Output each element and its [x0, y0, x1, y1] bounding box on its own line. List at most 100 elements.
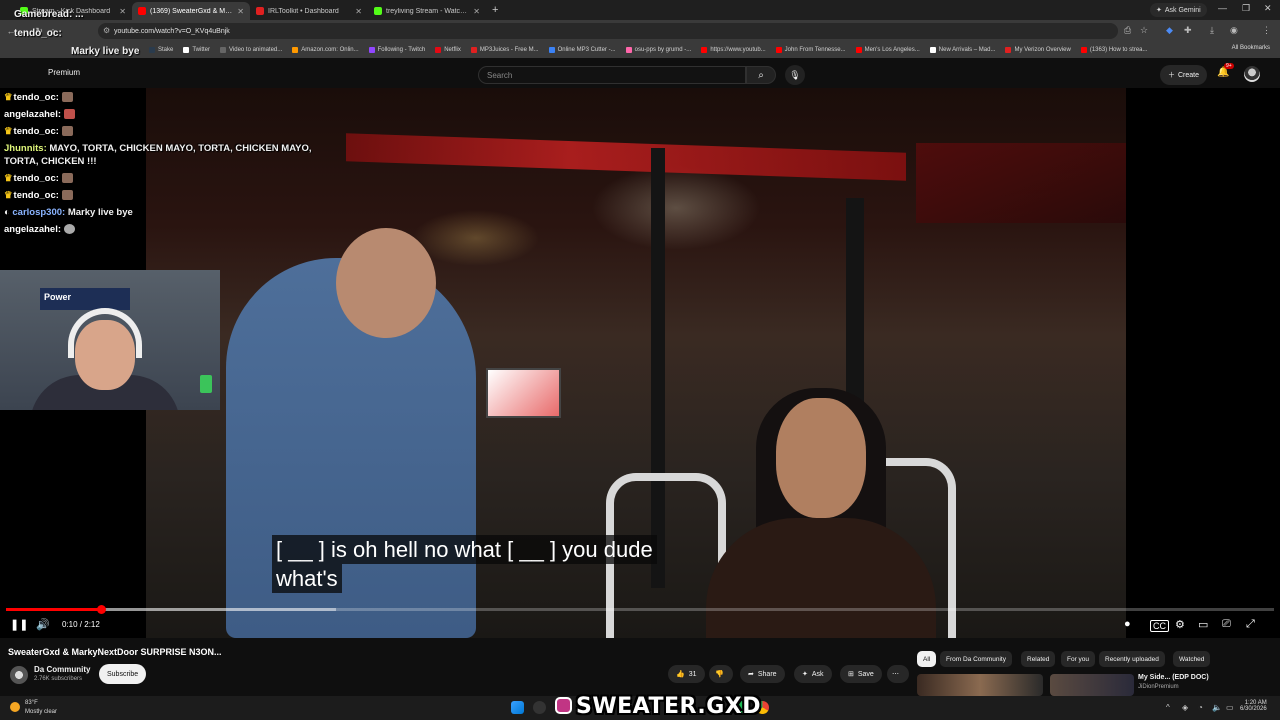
bookmark-item[interactable]: https://www.youtub...: [698, 47, 768, 53]
bookmark-item[interactable]: osu-pps by grumd -...: [623, 47, 695, 53]
theater-mode-icon[interactable]: ▭: [1198, 618, 1208, 631]
bookmark-label: MP3Juices - Free M...: [479, 47, 539, 53]
settings-gear-icon[interactable]: ⚙: [1175, 618, 1185, 631]
browser-tab-treyliving[interactable]: treyliving Stream - Watch Live ✕: [368, 2, 486, 20]
irltoolkit-favicon-icon: [256, 7, 264, 15]
tray-chevron-icon[interactable]: ^: [1166, 703, 1170, 712]
search-button[interactable]: ⌕: [746, 66, 776, 84]
close-window-icon[interactable]: ✕: [1264, 3, 1272, 14]
more-actions-button[interactable]: ⋯: [887, 665, 909, 683]
headphones-icon: [68, 308, 142, 358]
battery-icon[interactable]: ▭: [1226, 703, 1234, 712]
install-app-icon[interactable]: ⎙: [1124, 25, 1131, 36]
share-button[interactable]: ➦ Share: [740, 665, 785, 683]
bookmark-item[interactable]: Amazon.com: Onlin...: [289, 47, 361, 53]
cast-icon[interactable]: ⎚: [1222, 618, 1231, 631]
video-player[interactable]: Power ♛tendo_oc: angelazahel: ♛tendo_oc:…: [0, 88, 1280, 638]
chip-for-you[interactable]: For you: [1061, 651, 1096, 667]
profile-icon[interactable]: ◉: [1230, 25, 1238, 36]
channel-name[interactable]: Da Community: [34, 665, 90, 674]
ask-gemini-button[interactable]: ✦ Ask Gemini: [1150, 3, 1207, 17]
crown-icon: ♛: [4, 92, 13, 103]
site-info-icon[interactable]: ⚙: [103, 26, 110, 35]
bookmark-item[interactable]: Men's Los Angeles...: [853, 47, 923, 53]
windows-start-icon[interactable]: [511, 701, 524, 714]
close-tab-icon[interactable]: ✕: [119, 7, 126, 16]
taskbar-search-icon[interactable]: [533, 701, 546, 714]
create-button[interactable]: ＋ Create: [1160, 65, 1208, 85]
recommended-thumbnail[interactable]: [1050, 674, 1134, 696]
pause-icon[interactable]: ❚❚: [10, 618, 28, 631]
system-clock[interactable]: 1:20 AM 6/30/2026: [1240, 700, 1267, 712]
maximize-icon[interactable]: ❐: [1242, 3, 1250, 14]
ask-button[interactable]: ✦ Ask: [794, 665, 832, 683]
bookmark-item[interactable]: New Arrivals – Mad...: [927, 47, 999, 53]
save-button[interactable]: ⊞ Save: [840, 665, 882, 683]
chat-username: angelazahel:: [4, 109, 62, 120]
notifications-button[interactable]: 🔔 9+: [1217, 63, 1234, 78]
bookmark-item[interactable]: John From Tennesse...: [773, 47, 849, 53]
chat-message: ♛tendo_oc:: [4, 91, 334, 104]
browser-tab-youtube[interactable]: (1369) SweaterGxd & Marl... ✕: [132, 2, 250, 20]
youtube-header: Premium Search ⌕ 🎙 ＋ Create 🔔 9+: [0, 58, 1280, 90]
chat-username: angelazahel:: [4, 224, 62, 235]
recommended-title[interactable]: My Side... (EDP DOC): [1138, 674, 1209, 681]
account-avatar[interactable]: [1244, 66, 1260, 82]
scrubber-handle[interactable]: [97, 605, 107, 614]
youtube-favicon-icon: [138, 7, 146, 15]
bookmark-item[interactable]: Netflix: [432, 47, 464, 53]
autoplay-toggle-icon[interactable]: ●: [1124, 618, 1131, 630]
chip-watched[interactable]: Watched: [1173, 651, 1211, 667]
bookmark-item[interactable]: (1363) How to strea...: [1078, 47, 1151, 53]
microphone-icon: 🎙: [789, 69, 801, 80]
dislike-button[interactable]: 👎: [709, 665, 733, 683]
subscribe-button[interactable]: Subscribe: [99, 664, 147, 684]
close-tab-icon[interactable]: ✕: [355, 7, 362, 16]
search-input[interactable]: Search: [478, 66, 746, 84]
volume-icon[interactable]: 🔊: [36, 618, 50, 631]
progress-bar[interactable]: [6, 605, 1274, 614]
bookmark-item[interactable]: Stake: [146, 47, 176, 53]
chip-recently-uploaded[interactable]: Recently uploaded: [1099, 651, 1165, 667]
browser-menu-icon[interactable]: ⋮: [1262, 25, 1271, 36]
voice-search-button[interactable]: 🎙: [785, 65, 805, 85]
bookmark-item[interactable]: Video to animated...: [217, 47, 285, 53]
browser-tab-irltoolkit[interactable]: IRLToolkit • Dashboard ✕: [250, 2, 368, 20]
chip-related[interactable]: Related: [1021, 651, 1056, 667]
youtube-premium-logo[interactable]: Premium: [48, 68, 80, 77]
download-icon[interactable]: ⤓: [1210, 25, 1214, 36]
bookmark-item[interactable]: MP3Juices - Free M...: [468, 47, 542, 53]
store-icon: [929, 47, 936, 53]
bookmark-item[interactable]: My Verizon Overview: [1002, 47, 1073, 53]
stream-chat-overlay: ♛tendo_oc: angelazahel: ♛tendo_oc: Jhunn…: [4, 91, 334, 240]
minimize-icon[interactable]: —: [1218, 3, 1227, 13]
bookmark-item[interactable]: Twitter: [180, 47, 213, 53]
like-button[interactable]: 👍 31: [668, 665, 705, 683]
captions-icon[interactable]: CC: [1150, 620, 1169, 632]
all-bookmarks-button[interactable]: All Bookmarks: [1232, 45, 1270, 51]
recommended-channel[interactable]: JiDionPremium: [1138, 684, 1179, 690]
channel-avatar[interactable]: [10, 666, 28, 684]
volume-tray-icon[interactable]: 🔈: [1212, 703, 1222, 712]
wifi-icon[interactable]: ◔: [1198, 703, 1203, 712]
bookmark-label: My Verizon Overview: [1014, 47, 1071, 53]
bookmark-label: Amazon.com: Onlin...: [301, 47, 359, 53]
new-tab-button[interactable]: +: [486, 4, 504, 16]
chip-all[interactable]: All: [917, 651, 937, 667]
bookmark-label: osu-pps by grumd -...: [634, 47, 692, 53]
chat-text: Marky live bye: [67, 207, 133, 218]
close-tab-icon[interactable]: ✕: [473, 7, 480, 16]
bookmark-item[interactable]: Following - Twitch: [366, 47, 429, 53]
extensions-puzzle-icon[interactable]: ✚: [1184, 25, 1192, 36]
chip-from-da-community[interactable]: From Da Community: [940, 651, 1012, 667]
chat-message: Jhunnits: MAYO, TORTA, CHICKEN MAYO, TOR…: [4, 142, 334, 168]
bookmark-star-icon[interactable]: ☆: [1140, 25, 1148, 36]
url-field[interactable]: ⚙ youtube.com/watch?v=O_KVq4uBnjk: [98, 23, 1118, 39]
chat-username: Jhunnits:: [4, 143, 47, 154]
recommended-thumbnail[interactable]: [917, 674, 1043, 696]
close-tab-icon[interactable]: ✕: [237, 7, 244, 16]
fullscreen-icon[interactable]: ⤢: [1246, 618, 1255, 631]
bookmark-item[interactable]: Online MP3 Cutter -...: [546, 47, 619, 53]
tray-app-icon[interactable]: ◈: [1182, 703, 1188, 712]
extension-icon[interactable]: ◆: [1166, 25, 1173, 36]
